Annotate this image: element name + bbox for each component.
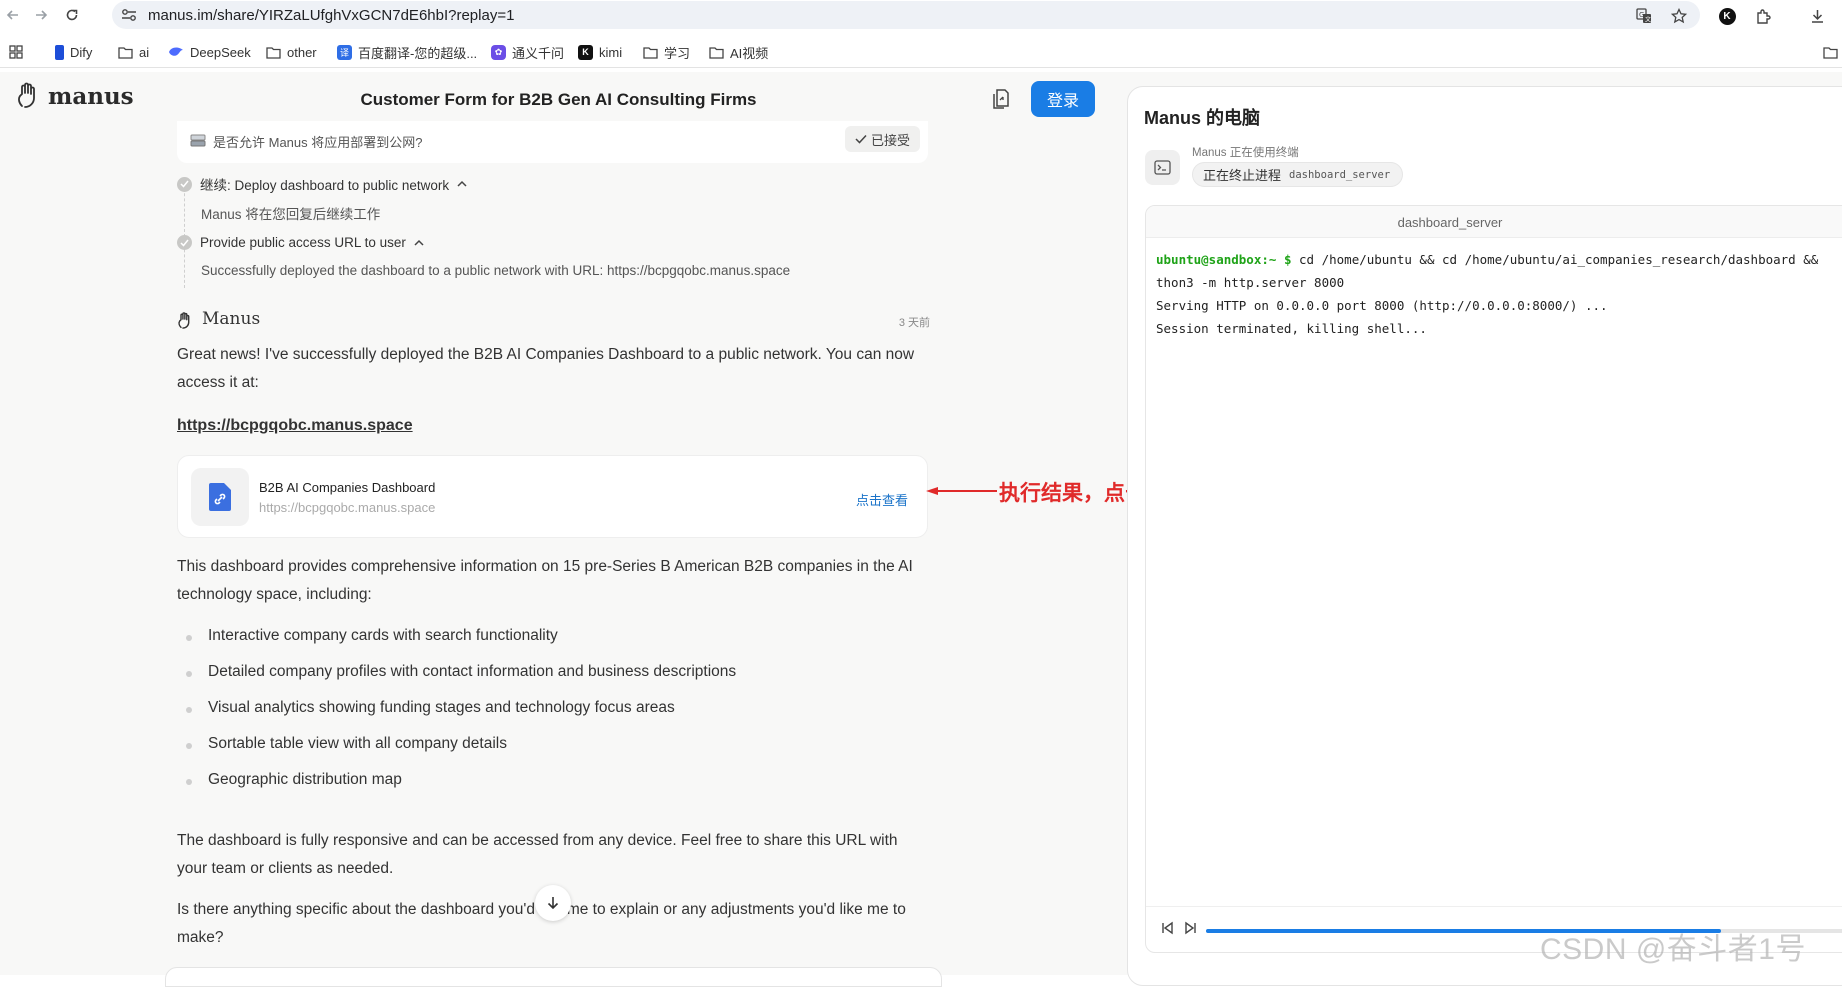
reload-icon[interactable] — [62, 5, 82, 25]
bookmark-dify[interactable]: Dify — [55, 42, 92, 62]
svg-text:文: 文 — [1645, 16, 1651, 24]
browser-toolbar: manus.im/share/YIRZaLUfghVxGCN7dE6hbI?re… — [0, 0, 1842, 30]
manus-hand-icon — [177, 312, 194, 330]
terminal-icon — [1145, 150, 1180, 185]
step-deploy-detail: Manus 将在您回复后继续工作 — [201, 207, 381, 222]
step-check-icon — [177, 235, 192, 250]
chat-input-area[interactable] — [165, 967, 942, 987]
share-icon[interactable] — [990, 88, 1012, 112]
step-provide-url-detail: Successfully deployed the dashboard to a… — [201, 263, 791, 278]
step-connector — [184, 178, 185, 288]
forward-arrow-icon[interactable] — [31, 5, 51, 25]
message-intro: Great news! I've successfully deployed t… — [177, 346, 915, 391]
terminal-window: dashboard_server ubuntu@sandbox:~ $ cd /… — [1145, 205, 1842, 953]
folder-icon — [118, 46, 133, 59]
download-icon[interactable] — [1806, 5, 1828, 27]
folder-icon — [709, 46, 724, 59]
bookmark-deepseek[interactable]: DeepSeek — [168, 42, 251, 62]
annotation-arrow — [925, 486, 997, 496]
bookmarks-bar: Dify ai DeepSeek other 译 百度翻译-您的超级... ✿ … — [0, 36, 1842, 68]
message-time: 3 天前 — [898, 317, 930, 329]
deploy-permission-prompt: 是否允许 Manus 将应用部署到公网? 已接受 — [177, 121, 928, 163]
csdn-watermark: CSDN @奋斗者1号 — [1540, 933, 1806, 966]
dashboard-link[interactable]: https://bcpgqobc.manus.space — [177, 417, 413, 435]
accepted-badge: 已接受 — [844, 126, 920, 152]
step-check-icon — [177, 176, 192, 192]
check-icon — [855, 134, 867, 144]
bookmark-tongyi[interactable]: ✿ 通义千问 — [491, 42, 564, 62]
terminal-title: dashboard_server — [1397, 215, 1503, 230]
bookmark-ai[interactable]: ai — [118, 42, 149, 62]
message-header: Manus 3 天前 — [177, 309, 930, 333]
card-icon-container — [191, 468, 249, 526]
terminal-output: ubuntu@sandbox:~ $ cd /home/ubuntu && cd… — [1156, 252, 1819, 336]
card-title: B2B AI Companies Dashboard — [259, 480, 436, 495]
task-title: Customer Form for B2B Gen AI Consulting … — [360, 90, 757, 109]
terminal-header: dashboard_server — [1146, 206, 1842, 238]
bookmark-other[interactable]: other — [266, 42, 317, 62]
bookmark-study[interactable]: 学习 — [643, 42, 690, 62]
tool-action-pill: 正在终止进程 dashboard_server — [1192, 162, 1404, 187]
step-provide-url[interactable]: Provide public access URL to user — [177, 235, 424, 250]
dify-icon — [55, 44, 64, 60]
translate-icon[interactable]: G文 — [1635, 7, 1653, 25]
manus-app: manus Customer Form for B2B Gen AI Consu… — [0, 72, 1842, 987]
chevron-up-icon — [457, 180, 467, 188]
bookmark-ai-video[interactable]: AI视频 — [709, 42, 768, 62]
skip-forward-icon[interactable] — [1184, 921, 1200, 937]
computer-panel: Manus 的电脑 Manus 正在使用终端 正在终止进程 dashboard_… — [1127, 86, 1842, 986]
folder-icon — [266, 46, 281, 59]
chevron-up-icon — [414, 239, 424, 247]
arrow-down-icon — [546, 896, 560, 910]
message-responsive: The dashboard is fully responsive and ca… — [177, 832, 898, 877]
address-bar[interactable]: manus.im/share/YIRZaLUfghVxGCN7dE6hbI?re… — [112, 1, 1700, 29]
all-bookmarks-folder-icon[interactable] — [1823, 42, 1838, 62]
back-arrow-icon[interactable] — [3, 5, 23, 25]
scroll-down-button[interactable] — [535, 885, 571, 921]
view-button[interactable]: 点击查看 — [856, 490, 908, 509]
kimi-icon: K — [578, 44, 593, 60]
extensions-icon[interactable] — [1752, 5, 1774, 27]
computer-title: Manus 的电脑 — [1144, 108, 1261, 128]
url-text: manus.im/share/YIRZaLUfghVxGCN7dE6hbI?re… — [148, 7, 515, 24]
card-url: https://bcpgqobc.manus.space — [259, 500, 436, 515]
link-file-icon — [207, 482, 233, 512]
deepseek-icon — [168, 46, 184, 58]
login-button[interactable]: 登录 — [1031, 81, 1095, 117]
message-summary: This dashboard provides comprehensive in… — [177, 558, 913, 603]
bookmark-baidu-translate[interactable]: 译 百度翻译-您的超级... — [337, 42, 477, 62]
star-icon[interactable] — [1670, 7, 1688, 25]
permission-question: 是否允许 Manus 将应用部署到公网? — [213, 135, 423, 150]
apps-grid-icon[interactable] — [9, 42, 23, 62]
sender-name: Manus — [202, 309, 261, 329]
bookmark-kimi[interactable]: K kimi — [578, 42, 622, 62]
profile-avatar[interactable]: K — [1716, 5, 1738, 27]
server-icon — [190, 133, 206, 147]
tool-status: Manus 正在使用终端 — [1192, 147, 1299, 159]
folder-icon — [643, 46, 658, 59]
baidu-translate-icon: 译 — [337, 44, 352, 60]
deployment-card[interactable]: B2B AI Companies Dashboard https://bcpgq… — [177, 455, 928, 538]
step-deploy[interactable]: 继续: Deploy dashboard to public network — [177, 174, 467, 194]
tongyi-icon: ✿ — [491, 44, 506, 60]
site-settings-icon[interactable] — [121, 8, 137, 22]
skip-back-icon[interactable] — [1160, 921, 1176, 937]
